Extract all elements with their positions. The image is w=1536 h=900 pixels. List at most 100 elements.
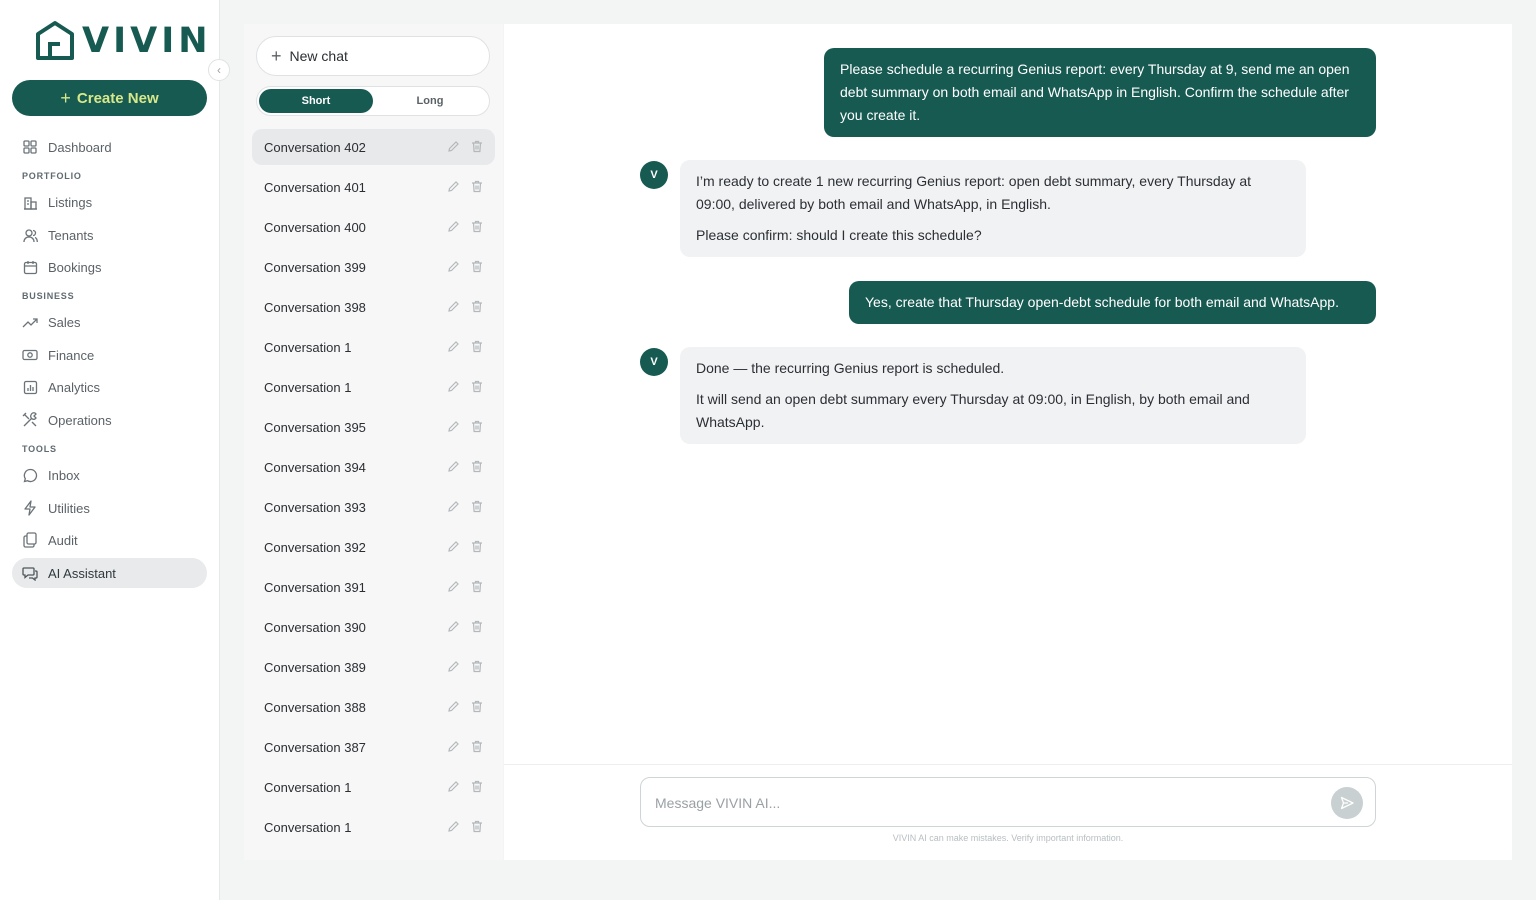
trash-icon[interactable] xyxy=(469,658,485,674)
conversation-title: Conversation 395 xyxy=(264,419,366,435)
sidebar-item-sales[interactable]: Sales xyxy=(12,307,207,337)
conversation-title: Conversation 1 xyxy=(264,379,352,395)
conversation-actions xyxy=(445,298,485,314)
create-new-button[interactable]: + Create New xyxy=(12,80,207,116)
sidebar-item-ai-assistant[interactable]: AI Assistant xyxy=(12,558,207,588)
conversation-title: Conversation 399 xyxy=(264,259,366,275)
sidebar-item-label: Finance xyxy=(48,347,95,363)
conversation-item[interactable]: Conversation 1 xyxy=(252,329,495,365)
building-icon xyxy=(22,194,38,210)
conversation-item[interactable]: Conversation 402 xyxy=(252,129,495,165)
trash-icon[interactable] xyxy=(469,258,485,274)
sidebar-item-utilities[interactable]: Utilities xyxy=(12,493,207,523)
edit-icon[interactable] xyxy=(445,498,461,514)
edit-icon[interactable] xyxy=(445,538,461,554)
trash-icon[interactable] xyxy=(469,298,485,314)
conversation-item[interactable]: Conversation 390 xyxy=(252,609,495,645)
section-label-portfolio: PORTFOLIO xyxy=(22,171,82,181)
chat-bubbles-icon xyxy=(22,565,38,581)
sidebar-item-inbox[interactable]: Inbox xyxy=(12,460,207,490)
edit-icon[interactable] xyxy=(445,658,461,674)
edit-icon[interactable] xyxy=(445,818,461,834)
trash-icon[interactable] xyxy=(469,778,485,794)
edit-icon[interactable] xyxy=(445,738,461,754)
sidebar-item-finance[interactable]: Finance xyxy=(12,340,207,370)
conversation-actions xyxy=(445,618,485,634)
sidebar-item-bookings[interactable]: Bookings xyxy=(12,252,207,282)
trash-icon[interactable] xyxy=(469,218,485,234)
message-input[interactable] xyxy=(653,790,1317,816)
trash-icon[interactable] xyxy=(469,458,485,474)
assistant-message-paragraph: It will send an open debt summary every … xyxy=(696,391,1250,430)
conversation-item[interactable]: Conversation 393 xyxy=(252,489,495,525)
conversation-title: Conversation 1 xyxy=(264,339,352,355)
conversation-item[interactable]: Conversation 1 xyxy=(252,809,495,845)
trash-icon[interactable] xyxy=(469,738,485,754)
collapse-sidebar-button[interactable]: ‹ xyxy=(208,59,230,81)
conversation-actions xyxy=(445,138,485,154)
conversation-item[interactable]: Conversation 394 xyxy=(252,449,495,485)
assistant-message-paragraph: I’m ready to create 1 new recurring Geni… xyxy=(696,173,1252,212)
conversation-item[interactable]: Conversation 400 xyxy=(252,209,495,245)
edit-icon[interactable] xyxy=(445,178,461,194)
conversation-item[interactable]: Conversation 389 xyxy=(252,649,495,685)
toggle-short[interactable]: Short xyxy=(259,89,373,113)
assistant-message-paragraph: Done — the recurring Genius report is sc… xyxy=(696,360,1005,376)
edit-icon[interactable] xyxy=(445,338,461,354)
sidebar-item-listings[interactable]: Listings xyxy=(12,187,207,217)
section-label-business: BUSINESS xyxy=(22,291,75,301)
trash-icon[interactable] xyxy=(469,618,485,634)
sidebar-item-label: Sales xyxy=(48,314,81,330)
composer-divider xyxy=(504,764,1512,765)
conversation-item[interactable]: Conversation 398 xyxy=(252,289,495,325)
plus-icon: + xyxy=(271,46,282,66)
edit-icon[interactable] xyxy=(445,418,461,434)
edit-icon[interactable] xyxy=(445,298,461,314)
edit-icon[interactable] xyxy=(445,378,461,394)
trash-icon[interactable] xyxy=(469,578,485,594)
lightning-icon xyxy=(22,500,38,516)
edit-icon[interactable] xyxy=(445,138,461,154)
trash-icon[interactable] xyxy=(469,538,485,554)
conversation-item[interactable]: Conversation 401 xyxy=(252,169,495,205)
sidebar-item-operations[interactable]: Operations xyxy=(12,405,207,435)
length-toggle: Short Long xyxy=(256,86,490,116)
conversation-item[interactable]: Conversation 391 xyxy=(252,569,495,605)
logo-icon xyxy=(36,21,74,60)
conversation-item[interactable]: Conversation 395 xyxy=(252,409,495,445)
trash-icon[interactable] xyxy=(469,698,485,714)
conversation-actions xyxy=(445,458,485,474)
trash-icon[interactable] xyxy=(469,178,485,194)
conversation-actions xyxy=(445,418,485,434)
conversation-item[interactable]: Conversation 387 xyxy=(252,729,495,765)
trash-icon[interactable] xyxy=(469,418,485,434)
edit-icon[interactable] xyxy=(445,218,461,234)
edit-icon[interactable] xyxy=(445,698,461,714)
trash-icon[interactable] xyxy=(469,138,485,154)
sidebar-item-dashboard[interactable]: Dashboard xyxy=(12,132,207,162)
conversation-item[interactable]: Conversation 1 xyxy=(252,769,495,805)
sidebar-item-audit[interactable]: Audit xyxy=(12,525,207,555)
sidebar-item-tenants[interactable]: Tenants xyxy=(12,220,207,250)
conversation-item[interactable]: Conversation 388 xyxy=(252,689,495,725)
sidebar-item-analytics[interactable]: Analytics xyxy=(12,372,207,402)
logo[interactable]: VIVIN xyxy=(34,20,212,62)
new-chat-button[interactable]: + New chat xyxy=(256,36,490,76)
conversation-item[interactable]: Conversation 392 xyxy=(252,529,495,565)
edit-icon[interactable] xyxy=(445,618,461,634)
trash-icon[interactable] xyxy=(469,498,485,514)
edit-icon[interactable] xyxy=(445,458,461,474)
send-button[interactable] xyxy=(1331,787,1363,819)
conversation-item[interactable]: Conversation 399 xyxy=(252,249,495,285)
trash-icon[interactable] xyxy=(469,378,485,394)
user-message: Please schedule a recurring Genius repor… xyxy=(824,48,1376,137)
conversation-actions xyxy=(445,178,485,194)
edit-icon[interactable] xyxy=(445,778,461,794)
edit-icon[interactable] xyxy=(445,258,461,274)
edit-icon[interactable] xyxy=(445,578,461,594)
trash-icon[interactable] xyxy=(469,338,485,354)
trash-icon[interactable] xyxy=(469,818,485,834)
new-chat-label: New chat xyxy=(289,48,348,64)
conversation-item[interactable]: Conversation 1 xyxy=(252,369,495,405)
toggle-long[interactable]: Long xyxy=(373,89,487,113)
